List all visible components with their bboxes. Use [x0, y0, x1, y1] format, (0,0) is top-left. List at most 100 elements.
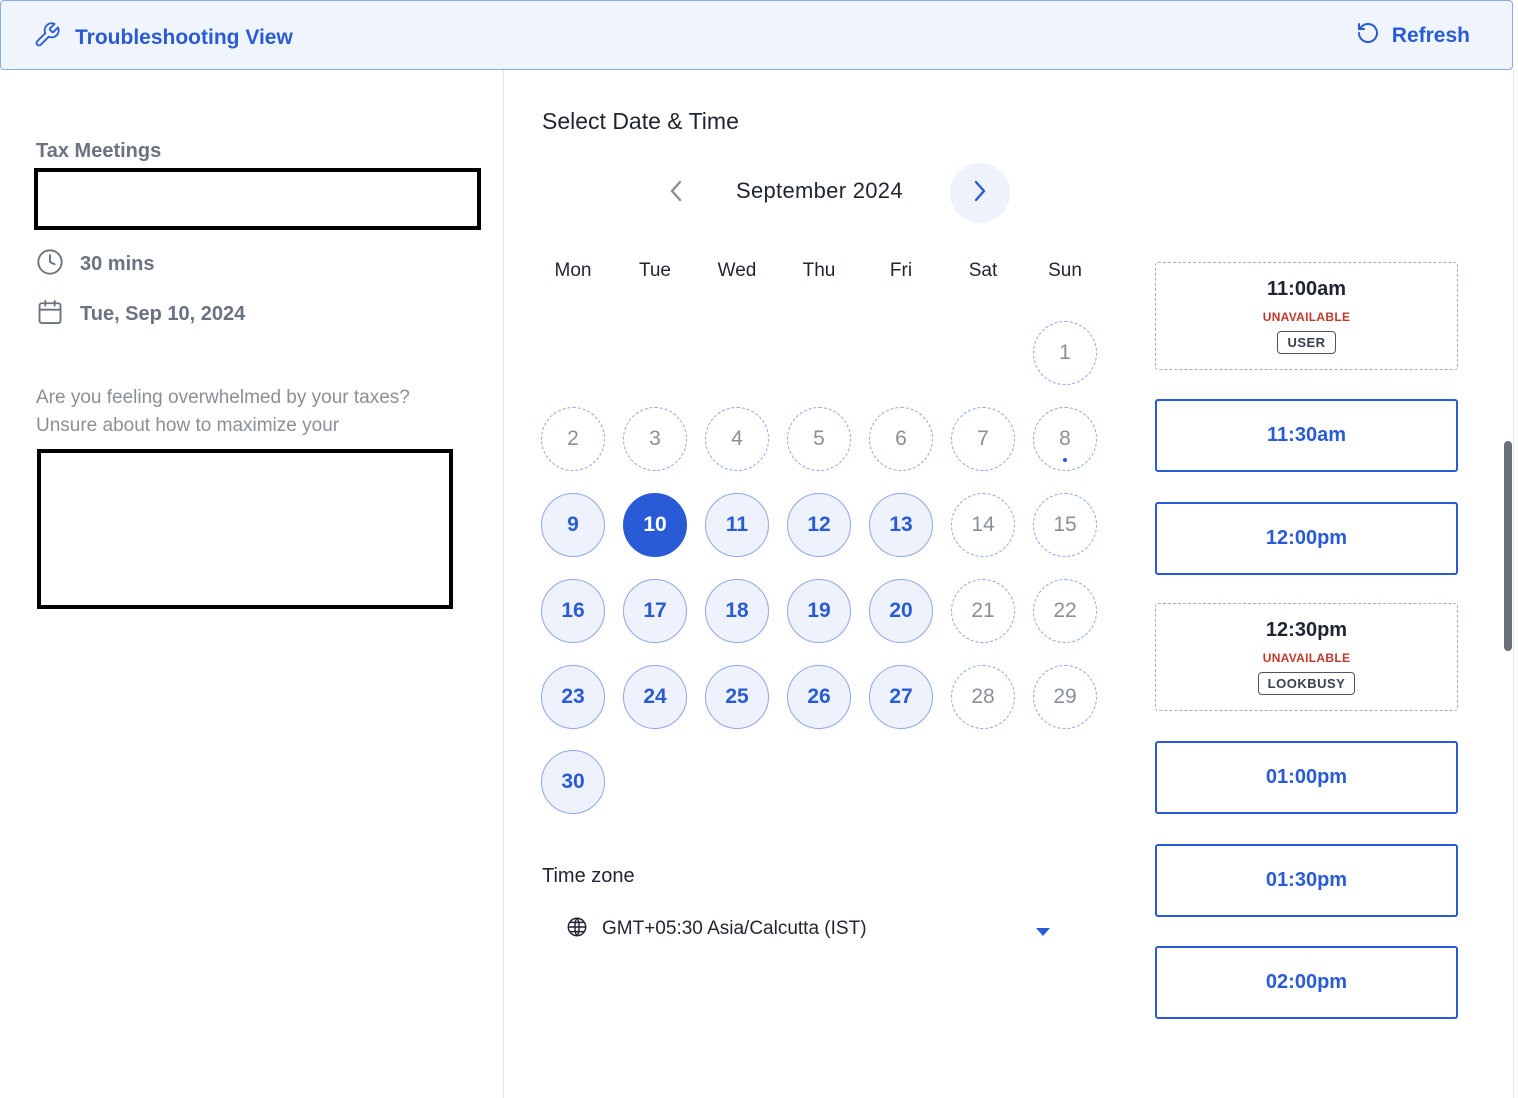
calendar-day[interactable]: 16: [541, 579, 605, 643]
date-text: Tue, Sep 10, 2024: [80, 303, 246, 325]
calendar-day-number: 3: [649, 427, 661, 450]
calendar-icon: [36, 298, 64, 331]
time-slot-label: 02:00pm: [1265, 971, 1348, 993]
calendar-day[interactable]: 20: [869, 579, 933, 643]
event-description: Are you feeling overwhelmed by your taxe…: [36, 384, 456, 440]
scrollbar[interactable]: [1504, 441, 1512, 651]
calendar-day: 7: [951, 407, 1015, 471]
weekday-label: Wed: [717, 260, 757, 281]
timezone-value: GMT+05:30 Asia/Calcutta (IST): [602, 918, 867, 939]
section-title: Select Date & Time: [542, 108, 739, 134]
calendar-day-number: 20: [889, 599, 913, 622]
calendar-day-number: 22: [1053, 599, 1077, 622]
calendar-day: 4: [705, 407, 769, 471]
weekday-label: Mon: [554, 260, 592, 281]
calendar-day[interactable]: 24: [623, 665, 687, 729]
redacted-block: [37, 449, 453, 609]
calendar-day[interactable]: 26: [787, 665, 851, 729]
time-slot-button[interactable]: 12:00pm: [1155, 502, 1458, 575]
weekday-label: Tue: [638, 260, 672, 281]
time-slot-unavailable: 11:00am UNAVAILABLE USER: [1155, 262, 1458, 370]
weekday-label: Sat: [968, 260, 998, 281]
time-slot-button[interactable]: 01:00pm: [1155, 741, 1458, 814]
calendar-day-number: 17: [643, 599, 667, 622]
time-slot-button[interactable]: 02:00pm: [1155, 946, 1458, 1019]
calendar-day[interactable]: 25: [705, 665, 769, 729]
calendar-day-number: 15: [1053, 513, 1077, 536]
calendar-day-number: 18: [725, 599, 749, 622]
calendar-day[interactable]: 30: [541, 750, 605, 814]
calendar-day: 6: [869, 407, 933, 471]
calendar-day: 15: [1033, 493, 1097, 557]
calendar-day-number: 23: [561, 685, 585, 708]
unavailable-reason-badge: USER: [1277, 331, 1336, 354]
duration-text: 30 mins: [80, 253, 155, 275]
unavailable-status: UNAVAILABLE: [1262, 651, 1351, 665]
time-slot-unavailable: 12:30pm UNAVAILABLE LOOKBUSY: [1155, 603, 1458, 711]
calendar-day[interactable]: 12: [787, 493, 851, 557]
calendar-day[interactable]: 17: [623, 579, 687, 643]
time-slot-button[interactable]: 01:30pm: [1155, 844, 1458, 917]
refresh-icon: [1356, 21, 1380, 50]
time-slot-label: 01:00pm: [1265, 766, 1348, 788]
date-row: Tue, Sep 10, 2024: [36, 298, 245, 331]
globe-icon: [566, 916, 588, 943]
today-indicator-dot: [1063, 458, 1067, 462]
calendar-day-number: 28: [971, 685, 995, 708]
weekday-label: Sun: [1048, 260, 1082, 281]
month-label: September 2024: [736, 178, 903, 203]
unavailable-reason-badge: LOOKBUSY: [1257, 672, 1356, 695]
calendar-day[interactable]: 9: [541, 493, 605, 557]
calendar-day[interactable]: 27: [869, 665, 933, 729]
description-line: Are you feeling overwhelmed by your taxe…: [36, 387, 410, 408]
timezone-label: Time zone: [542, 865, 635, 887]
calendar-day[interactable]: 18: [705, 579, 769, 643]
calendar-day: 21: [951, 579, 1015, 643]
calendar-day: 14: [951, 493, 1015, 557]
calendar-day-number: 8: [1059, 427, 1071, 450]
calendar-day-number: 21: [971, 599, 995, 622]
troubleshooting-header: Troubleshooting View Refresh: [0, 0, 1513, 70]
calendar-day: 29: [1033, 665, 1097, 729]
troubleshooting-view-button[interactable]: Troubleshooting View: [33, 21, 293, 54]
calendar-day-number: 19: [807, 599, 831, 622]
calendar-day-number: 2: [567, 427, 579, 450]
calendar-day-number: 16: [561, 599, 585, 622]
time-slot-label: 12:30pm: [1265, 619, 1348, 641]
time-slot-label: 11:30am: [1267, 424, 1346, 446]
weekday-label: Thu: [802, 260, 836, 281]
caret-down-icon: [1036, 924, 1050, 942]
calendar-day[interactable]: 13: [869, 493, 933, 557]
calendar-day: 8: [1033, 407, 1097, 471]
calendar-day[interactable]: 19: [787, 579, 851, 643]
weekday-label: Fri: [889, 260, 913, 281]
calendar-day-number: 26: [807, 685, 831, 708]
refresh-button[interactable]: Refresh: [1356, 21, 1470, 50]
calendar-day-number: 4: [731, 427, 743, 450]
calendar-day-number: 29: [1053, 685, 1077, 708]
panel-border: [1513, 70, 1514, 1098]
unavailable-status: UNAVAILABLE: [1262, 310, 1351, 324]
time-slot-label: 12:00pm: [1265, 527, 1348, 549]
calendar-day-number: 7: [977, 427, 989, 450]
calendar-day: 22: [1033, 579, 1097, 643]
next-month-button[interactable]: [950, 163, 1010, 223]
calendar-day-number: 11: [725, 513, 749, 536]
calendar-day-number: 1: [1059, 341, 1071, 364]
chevron-right-icon: [973, 179, 987, 208]
time-slot-label: 01:30pm: [1265, 869, 1348, 891]
previous-month-button[interactable]: [660, 176, 692, 210]
refresh-label: Refresh: [1391, 23, 1470, 47]
time-slot-button[interactable]: 11:30am: [1155, 399, 1458, 472]
timezone-select[interactable]: GMT+05:30 Asia/Calcutta (IST): [566, 910, 1056, 948]
calendar-day[interactable]: 10: [623, 493, 687, 557]
calendar-day-number: 10: [643, 513, 667, 536]
calendar-day-number: 12: [807, 513, 831, 536]
calendar-day[interactable]: 11: [705, 493, 769, 557]
calendar-day: 5: [787, 407, 851, 471]
event-title: Tax Meetings: [36, 140, 162, 162]
calendar-day[interactable]: 23: [541, 665, 605, 729]
calendar-day: 3: [623, 407, 687, 471]
calendar-day-number: 25: [725, 685, 749, 708]
calendar-day: 1: [1033, 321, 1097, 385]
